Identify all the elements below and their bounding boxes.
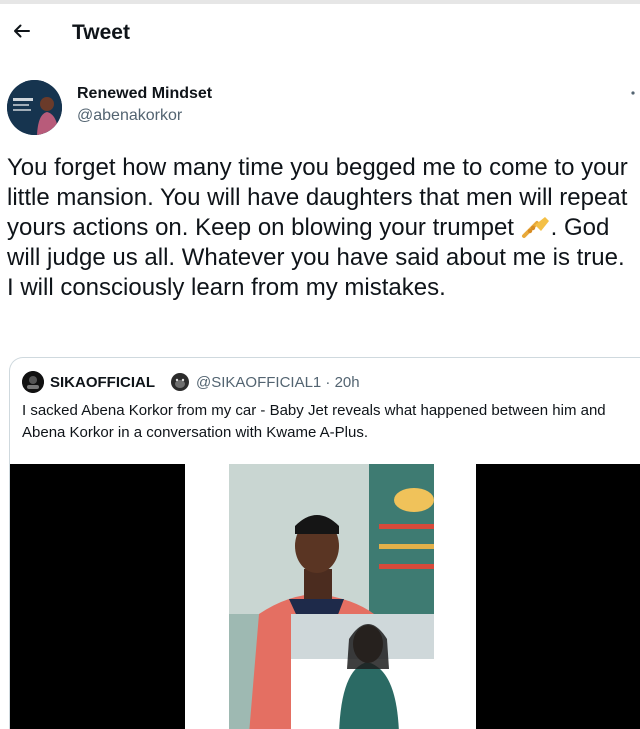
media-photo	[229, 464, 434, 729]
trumpet-emoji-icon	[521, 214, 551, 240]
gorilla-emoji-icon	[170, 372, 190, 392]
quoted-author-avatar	[22, 371, 44, 393]
avatar-image	[7, 80, 62, 135]
page-title: Tweet	[72, 21, 130, 44]
back-button[interactable]	[8, 18, 34, 44]
quoted-tweet-text: I sacked Abena Korkor from my car - Baby…	[22, 402, 606, 441]
media-letterbox-left	[10, 464, 185, 729]
more-icon	[631, 91, 635, 95]
media-letterbox-right	[476, 464, 640, 729]
top-divider	[0, 0, 640, 4]
quoted-handle-time: @SIKAOFFICIAL1 · 20h	[196, 374, 360, 391]
quoted-author-name: SIKAOFFICIAL	[50, 374, 155, 391]
arrow-left-icon	[14, 24, 30, 38]
author-avatar[interactable]	[7, 80, 62, 135]
author-display-name[interactable]: Renewed Mindset	[77, 85, 212, 103]
tweet-header: Tweet	[0, 6, 640, 62]
quoted-tweet-card[interactable]: SIKAOFFICIAL @SIKAOFFICIAL1 · 20h I sack…	[9, 357, 640, 729]
more-button[interactable]	[628, 86, 638, 100]
tweet-body: You forget how many time you begged me t…	[7, 153, 637, 303]
quoted-tweet-media[interactable]	[229, 464, 434, 729]
author-handle[interactable]: @abenakorkor	[77, 107, 182, 125]
